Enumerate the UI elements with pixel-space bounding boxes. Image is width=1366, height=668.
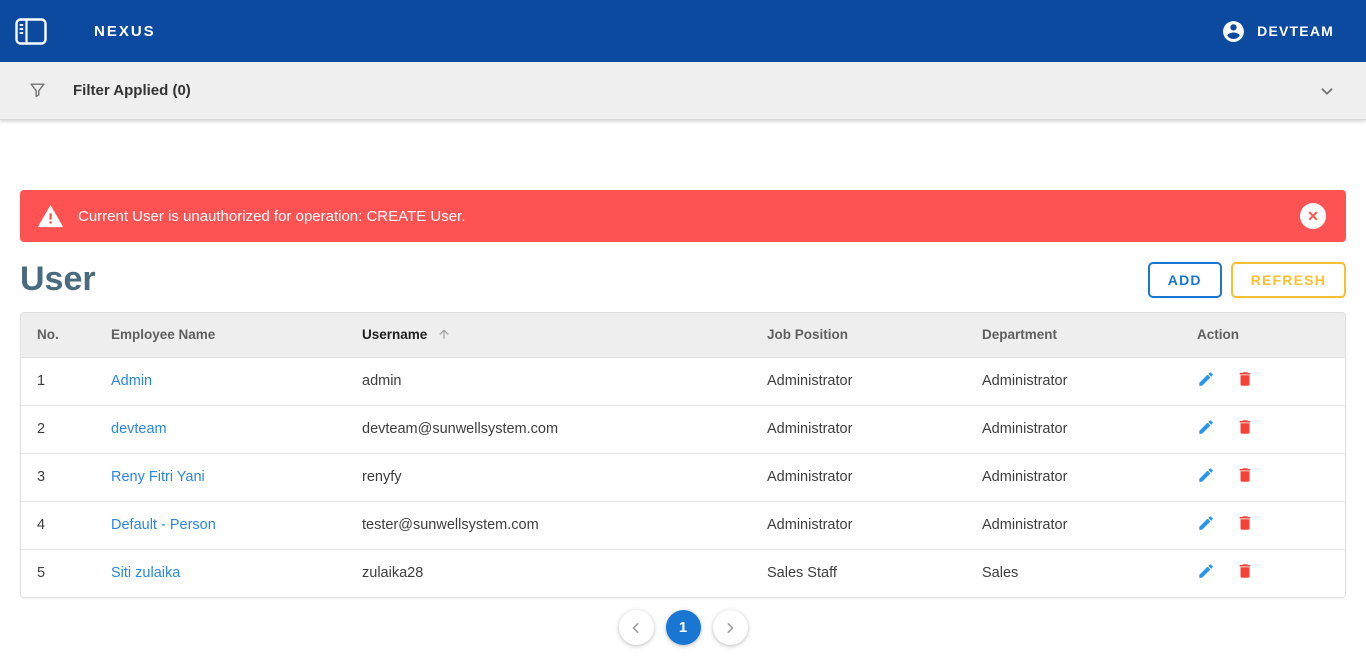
cell-department: Administrator bbox=[966, 501, 1181, 549]
cell-department: Sales bbox=[966, 549, 1181, 597]
app-brand: NEXUS bbox=[94, 23, 156, 40]
cell-job-position: Administrator bbox=[751, 357, 966, 405]
warning-icon bbox=[38, 205, 63, 228]
page-title: User bbox=[20, 260, 96, 299]
table-row: 1 Admin admin Administrator Administrato… bbox=[21, 357, 1345, 405]
trash-icon bbox=[1236, 562, 1254, 580]
pencil-icon bbox=[1197, 370, 1215, 388]
user-menu[interactable]: DEVTEAM bbox=[1221, 19, 1334, 44]
chevron-down-icon bbox=[1316, 80, 1338, 102]
cell-action bbox=[1181, 405, 1345, 453]
cell-no: 3 bbox=[21, 453, 95, 501]
cell-action bbox=[1181, 453, 1345, 501]
pencil-icon bbox=[1197, 466, 1215, 484]
col-header-department[interactable]: Department bbox=[966, 313, 1181, 357]
table-row: 5 Siti zulaika zulaika28 Sales Staff Sal… bbox=[21, 549, 1345, 597]
table-header-row: No. Employee Name Username Job Position … bbox=[21, 313, 1345, 357]
cell-no: 2 bbox=[21, 405, 95, 453]
edit-button[interactable] bbox=[1197, 370, 1215, 388]
table-row: 3 Reny Fitri Yani renyfy Administrator A… bbox=[21, 453, 1345, 501]
cell-username: zulaika28 bbox=[346, 549, 751, 597]
table-row: 4 Default - Person tester@sunwellsystem.… bbox=[21, 501, 1345, 549]
cell-action bbox=[1181, 549, 1345, 597]
cell-job-position: Sales Staff bbox=[751, 549, 966, 597]
col-header-employee-name[interactable]: Employee Name bbox=[95, 313, 346, 357]
next-page-button[interactable] bbox=[713, 610, 748, 645]
filter-label: Filter Applied (0) bbox=[73, 82, 191, 99]
chevron-right-icon bbox=[720, 618, 740, 638]
sidebar-toggle-button[interactable] bbox=[14, 17, 48, 45]
page-1-button[interactable]: 1 bbox=[666, 610, 701, 645]
alert-message: Current User is unauthorized for operati… bbox=[78, 208, 465, 225]
filter-bar[interactable]: Filter Applied (0) bbox=[0, 62, 1366, 120]
delete-button[interactable] bbox=[1236, 562, 1254, 580]
filter-expand-toggle[interactable] bbox=[1316, 80, 1338, 102]
col-header-job-position[interactable]: Job Position bbox=[751, 313, 966, 357]
edit-button[interactable] bbox=[1197, 514, 1215, 532]
refresh-button[interactable]: REFRESH bbox=[1231, 262, 1346, 298]
pencil-icon bbox=[1197, 514, 1215, 532]
delete-button[interactable] bbox=[1236, 514, 1254, 532]
top-navbar: NEXUS DEVTEAM bbox=[0, 0, 1366, 62]
trash-icon bbox=[1236, 418, 1254, 436]
trash-icon bbox=[1236, 370, 1254, 388]
employee-name-link[interactable]: Admin bbox=[111, 373, 152, 389]
delete-button[interactable] bbox=[1236, 466, 1254, 484]
cell-username: tester@sunwellsystem.com bbox=[346, 501, 751, 549]
add-button[interactable]: ADD bbox=[1148, 262, 1222, 298]
user-name: DEVTEAM bbox=[1257, 23, 1334, 39]
user-avatar-icon bbox=[1221, 19, 1246, 44]
pagination: 1 bbox=[20, 610, 1346, 645]
cell-job-position: Administrator bbox=[751, 501, 966, 549]
sidebar-icon bbox=[15, 18, 47, 45]
employee-name-link[interactable]: Reny Fitri Yani bbox=[111, 469, 205, 485]
cell-department: Administrator bbox=[966, 357, 1181, 405]
title-row: User ADD REFRESH bbox=[20, 260, 1346, 299]
user-table: No. Employee Name Username Job Position … bbox=[20, 312, 1346, 598]
cell-no: 4 bbox=[21, 501, 95, 549]
sort-ascending-icon bbox=[437, 327, 451, 341]
employee-name-link[interactable]: Default - Person bbox=[111, 517, 216, 533]
cell-no: 5 bbox=[21, 549, 95, 597]
cell-action bbox=[1181, 501, 1345, 549]
filter-icon bbox=[28, 81, 47, 100]
previous-page-button[interactable] bbox=[619, 610, 654, 645]
cell-username: renyfy bbox=[346, 453, 751, 501]
cell-department: Administrator bbox=[966, 453, 1181, 501]
cell-job-position: Administrator bbox=[751, 405, 966, 453]
cell-department: Administrator bbox=[966, 405, 1181, 453]
cell-action bbox=[1181, 357, 1345, 405]
close-icon: ✕ bbox=[1307, 209, 1319, 223]
edit-button[interactable] bbox=[1197, 466, 1215, 484]
error-alert: Current User is unauthorized for operati… bbox=[20, 190, 1346, 242]
col-header-username[interactable]: Username bbox=[346, 313, 751, 357]
edit-button[interactable] bbox=[1197, 562, 1215, 580]
table-row: 2 devteam devteam@sunwellsystem.com Admi… bbox=[21, 405, 1345, 453]
delete-button[interactable] bbox=[1236, 370, 1254, 388]
cell-username: admin bbox=[346, 357, 751, 405]
trash-icon bbox=[1236, 466, 1254, 484]
trash-icon bbox=[1236, 514, 1254, 532]
employee-name-link[interactable]: devteam bbox=[111, 421, 167, 437]
pencil-icon bbox=[1197, 562, 1215, 580]
col-header-no: No. bbox=[21, 313, 95, 357]
cell-username: devteam@sunwellsystem.com bbox=[346, 405, 751, 453]
delete-button[interactable] bbox=[1236, 418, 1254, 436]
col-header-action: Action bbox=[1181, 313, 1345, 357]
alert-close-button[interactable]: ✕ bbox=[1300, 203, 1326, 229]
chevron-left-icon bbox=[626, 618, 646, 638]
cell-job-position: Administrator bbox=[751, 453, 966, 501]
pencil-icon bbox=[1197, 418, 1215, 436]
employee-name-link[interactable]: Siti zulaika bbox=[111, 565, 180, 581]
edit-button[interactable] bbox=[1197, 418, 1215, 436]
cell-no: 1 bbox=[21, 357, 95, 405]
main-content: Current User is unauthorized for operati… bbox=[0, 190, 1366, 645]
